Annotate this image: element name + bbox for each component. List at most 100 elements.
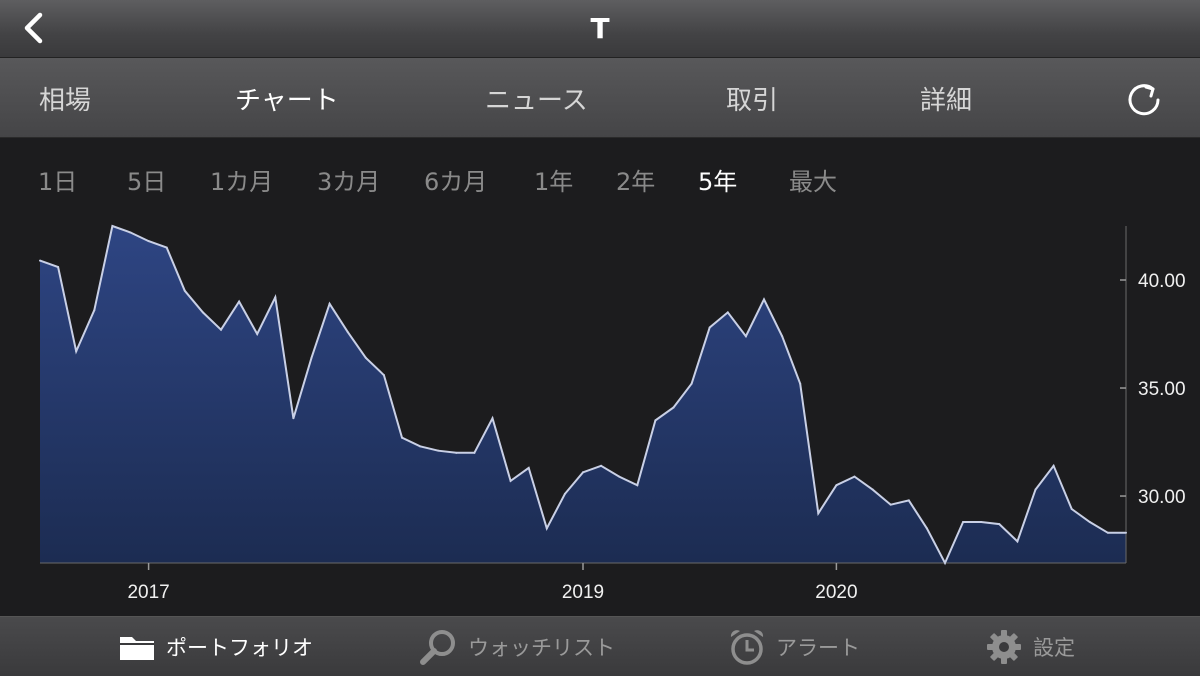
data-point-2017-07 xyxy=(256,333,259,336)
nav-portfolio[interactable]: ポートフォリオ xyxy=(118,627,313,667)
range-selector: 1日 5日 1カ月 3カ月 6カ月 1年 2年 5年 最大 xyxy=(0,138,1200,216)
data-point-2019-03 xyxy=(618,475,621,478)
range-1y[interactable]: 1年 xyxy=(534,162,573,197)
bottom-nav: ポートフォリオ ウォッチリスト アラート 設定 xyxy=(0,616,1200,676)
data-point-2019-11 xyxy=(763,298,765,301)
range-5d[interactable]: 5日 xyxy=(127,162,166,197)
data-point-2021-03 xyxy=(1052,464,1055,467)
data-point-2019-12 xyxy=(781,335,784,338)
data-point-2017-10 xyxy=(310,356,313,359)
data-point-2017-02 xyxy=(165,246,168,249)
range-1m[interactable]: 1カ月 xyxy=(210,162,273,197)
data-point-2018-07 xyxy=(473,451,476,454)
gear-icon xyxy=(987,630,1021,664)
refresh-icon[interactable] xyxy=(1122,76,1166,120)
nav-alerts[interactable]: アラート xyxy=(728,627,860,667)
data-point-2019-09 xyxy=(726,311,729,314)
data-point-2017-12 xyxy=(346,330,349,333)
data-point-2019-08 xyxy=(708,326,711,329)
data-point-2020-11 xyxy=(980,520,983,523)
tab-chart[interactable]: チャート xyxy=(235,80,339,117)
y-tick-label: 30.00 xyxy=(1138,487,1186,508)
price-area xyxy=(40,226,1126,563)
data-point-2017-01 xyxy=(147,240,150,243)
data-point-2020-06 xyxy=(889,503,892,506)
x-tick-label: 2017 xyxy=(127,582,169,603)
data-point-2020-08 xyxy=(925,527,928,530)
data-point-2018-01 xyxy=(364,356,367,359)
data-point-2021-07 xyxy=(1125,531,1127,534)
data-point-2021-06 xyxy=(1106,531,1109,534)
data-point-2017-06 xyxy=(238,300,241,303)
data-point-2018-09 xyxy=(509,479,512,482)
data-point-2019-06 xyxy=(672,406,675,409)
magnifier-icon xyxy=(420,630,455,665)
data-point-2016-10 xyxy=(93,309,96,312)
data-point-2020-04 xyxy=(853,475,856,478)
data-point-2016-12 xyxy=(129,231,132,234)
data-point-2019-02 xyxy=(600,464,603,467)
range-5y[interactable]: 5年 xyxy=(698,162,737,197)
data-point-2019-10 xyxy=(744,335,747,338)
data-point-2020-07 xyxy=(907,499,910,502)
x-tick-label: 2019 xyxy=(562,582,604,603)
data-point-2018-02 xyxy=(382,374,385,377)
tab-news[interactable]: ニュース xyxy=(485,80,588,117)
tab-trade[interactable]: 取引 xyxy=(726,80,778,117)
alarm-clock-icon xyxy=(730,630,764,665)
folder-icon xyxy=(120,637,154,660)
data-point-2020-03 xyxy=(835,484,838,487)
data-point-2021-02 xyxy=(1034,488,1037,491)
range-6m[interactable]: 6カ月 xyxy=(424,162,487,197)
x-tick-label: 2020 xyxy=(815,582,857,603)
data-point-2020-10 xyxy=(962,520,965,523)
data-point-2020-09 xyxy=(944,562,946,564)
range-3m[interactable]: 3カ月 xyxy=(317,162,380,197)
data-point-2017-04 xyxy=(201,311,204,314)
y-tick-label: 40.00 xyxy=(1138,271,1186,292)
data-point-2018-03 xyxy=(401,436,403,439)
data-point-2016-08 xyxy=(57,266,60,269)
data-point-2018-11 xyxy=(545,527,548,530)
data-point-2021-05 xyxy=(1088,520,1091,523)
data-point-2016-07 xyxy=(39,259,41,262)
data-point-2017-09 xyxy=(292,417,295,420)
data-point-2018-08 xyxy=(491,417,494,420)
data-point-2016-09 xyxy=(75,350,78,353)
data-point-2018-04 xyxy=(419,445,422,448)
data-point-2021-04 xyxy=(1070,507,1073,510)
tab-quote[interactable]: 相場 xyxy=(39,80,91,117)
data-point-2021-01 xyxy=(1016,540,1019,543)
nav-settings[interactable]: 設定 xyxy=(985,627,1075,667)
nav-watchlist-label: ウォッチリスト xyxy=(468,636,615,660)
data-point-2016-11 xyxy=(111,225,114,227)
data-point-2018-05 xyxy=(437,449,440,452)
title-bar: T xyxy=(0,0,1200,58)
range-2y[interactable]: 2年 xyxy=(616,162,655,197)
data-point-2017-08 xyxy=(274,296,277,299)
data-point-2020-05 xyxy=(871,488,874,491)
data-point-2019-01 xyxy=(582,471,584,474)
range-max[interactable]: 最大 xyxy=(789,162,837,197)
data-point-2019-05 xyxy=(654,419,657,422)
data-point-2020-01 xyxy=(799,382,802,385)
tab-bar: 相場 チャート ニュース 取引 詳細 xyxy=(0,58,1200,138)
range-1d[interactable]: 1日 xyxy=(38,162,77,197)
price-chart[interactable]: 40.00 35.00 30.00 2017 2019 2020 xyxy=(0,216,1200,616)
page-title: T xyxy=(590,12,610,45)
data-point-2018-06 xyxy=(455,451,458,454)
nav-watchlist[interactable]: ウォッチリスト xyxy=(420,627,615,667)
data-point-2020-02 xyxy=(817,512,820,515)
data-point-2019-04 xyxy=(636,484,639,487)
y-tick-label: 35.00 xyxy=(1138,379,1186,400)
data-point-2019-07 xyxy=(690,382,693,385)
nav-portfolio-label: ポートフォリオ xyxy=(166,636,313,660)
nav-alerts-label: アラート xyxy=(776,636,860,660)
data-point-2018-12 xyxy=(563,492,566,495)
tab-details[interactable]: 詳細 xyxy=(920,80,972,117)
nav-settings-label: 設定 xyxy=(1033,636,1075,660)
data-point-2017-03 xyxy=(183,289,186,292)
data-point-2017-11 xyxy=(328,302,331,305)
data-point-2018-10 xyxy=(527,466,530,469)
data-point-2020-12 xyxy=(998,523,1001,526)
